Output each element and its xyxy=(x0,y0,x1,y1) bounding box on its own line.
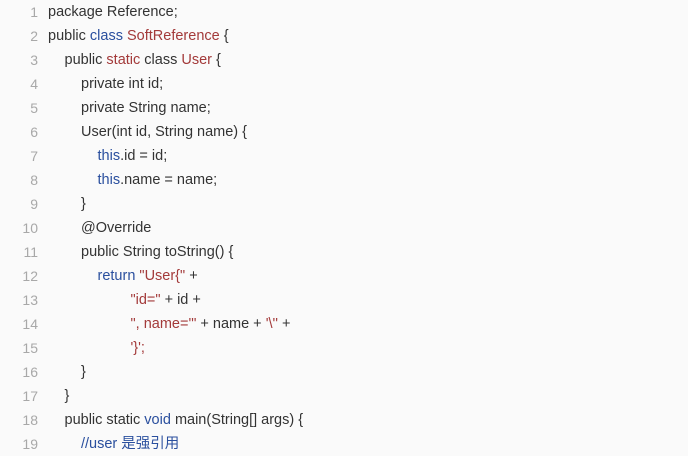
line-number: 9 xyxy=(30,196,38,212)
line-number: 17 xyxy=(22,388,38,404)
code-line: 15 '}'; xyxy=(0,336,688,360)
line-number: 2 xyxy=(30,28,38,44)
line-number: 13 xyxy=(22,292,38,308)
code-token: ", name='" xyxy=(130,316,197,332)
code-token: SoftReference xyxy=(127,28,220,44)
code-token: User xyxy=(181,52,212,68)
code-line: 7 this.id = id; xyxy=(0,144,688,168)
line-number: 10 xyxy=(22,220,38,236)
line-number: 18 xyxy=(22,412,38,428)
code-token: this xyxy=(97,148,121,164)
code-viewer: 1 package Reference; 2 public class SoftRef… xyxy=(0,0,688,456)
code-token: public static xyxy=(64,412,145,428)
line-number: 19 xyxy=(22,436,38,452)
code-text: } xyxy=(65,384,70,408)
code-token: '}'; xyxy=(130,340,145,356)
code-token: '\'' xyxy=(265,316,279,332)
line-number: 6 xyxy=(30,124,38,140)
code-text: private String name; xyxy=(81,96,211,120)
code-token: this xyxy=(97,172,121,188)
code-line: 5 private String name; xyxy=(0,96,688,120)
code-text: private int id; xyxy=(81,72,163,96)
code-text: return "User{" + xyxy=(98,264,198,288)
line-number: 4 xyxy=(30,76,38,92)
code-token: class xyxy=(144,52,182,68)
code-token: } xyxy=(64,388,70,404)
code-token: User(int id, String name) { xyxy=(81,124,248,140)
line-number: 15 xyxy=(22,340,38,356)
code-text: '}'; xyxy=(131,336,145,360)
code-line: 4 private int id; xyxy=(0,72,688,96)
code-token: package Reference; xyxy=(48,4,178,20)
line-number: 16 xyxy=(22,364,38,380)
code-line: 3 public static class User { xyxy=(0,48,688,72)
code-text: //user 是强引用 xyxy=(81,432,179,456)
code-token: "id=" xyxy=(130,292,161,308)
code-token: + xyxy=(278,316,291,332)
code-token: } xyxy=(81,196,86,212)
code-text: } xyxy=(81,192,86,216)
code-token: + id + xyxy=(160,292,201,308)
code-line: 8 this.name = name; xyxy=(0,168,688,192)
code-line: 9} xyxy=(0,192,688,216)
code-text: } xyxy=(81,360,86,384)
code-token: public xyxy=(64,52,107,68)
code-token: + xyxy=(185,268,198,284)
line-number: 1 xyxy=(30,4,38,20)
code-text: public String toString() { xyxy=(81,240,233,264)
code-token: "User{" xyxy=(139,268,186,284)
code-text: this.id = id; xyxy=(98,144,168,168)
code-token: .name = name; xyxy=(120,172,218,188)
code-line: 10 @Override xyxy=(0,216,688,240)
code-token: { xyxy=(212,52,221,68)
line-number: 14 xyxy=(22,316,38,332)
code-line: 14 ", name='" + name + '\'' + xyxy=(0,312,688,336)
code-token: + name + xyxy=(196,316,266,332)
code-text: public class SoftReference { xyxy=(48,24,229,48)
line-number: 7 xyxy=(30,148,38,164)
code-token: public String toString() { xyxy=(81,244,234,260)
line-number: 12 xyxy=(22,268,38,284)
code-text: this.name = name; xyxy=(98,168,218,192)
code-token: void xyxy=(144,412,175,428)
code-line: 16} xyxy=(0,360,688,384)
code-line: 2 public class SoftReference { xyxy=(0,24,688,48)
code-token: @Override xyxy=(81,220,152,236)
code-line: 18 public static void main(String[] args)… xyxy=(0,408,688,432)
code-text: ", name='" + name + '\'' + xyxy=(131,312,291,336)
code-line: 11 public String toString() { xyxy=(0,240,688,264)
code-token: .id = id; xyxy=(120,148,168,164)
code-token: } xyxy=(81,364,86,380)
code-text: "id=" + id + xyxy=(131,288,201,312)
line-number: 11 xyxy=(23,244,38,260)
code-text: public static class User { xyxy=(65,48,221,72)
code-line: 6 User(int id, String name) { xyxy=(0,120,688,144)
code-token: private int id; xyxy=(81,76,164,92)
code-token: class xyxy=(89,28,127,44)
code-line: 12 return "User{" + xyxy=(0,264,688,288)
code-line: 13 "id=" + id + xyxy=(0,288,688,312)
code-text: @Override xyxy=(81,216,151,240)
line-number: 5 xyxy=(30,100,38,116)
code-token: main(String[] args) { xyxy=(174,412,304,428)
code-text: User(int id, String name) { xyxy=(81,120,247,144)
code-token: public xyxy=(48,28,90,44)
code-text: public static void main(String[] args) { xyxy=(65,408,304,432)
code-line: 1 package Reference; xyxy=(0,0,688,24)
code-token: { xyxy=(219,28,229,44)
line-number: 3 xyxy=(30,52,38,68)
code-token: //user 是强引用 xyxy=(81,436,180,452)
code-text: package Reference; xyxy=(48,0,178,24)
code-line: 19 //user 是强引用 xyxy=(0,432,688,456)
code-token: return xyxy=(97,268,140,284)
code-token: static xyxy=(106,52,145,68)
line-number: 8 xyxy=(30,172,38,188)
code-line: 17} xyxy=(0,384,688,408)
code-token: private String name; xyxy=(81,100,211,116)
